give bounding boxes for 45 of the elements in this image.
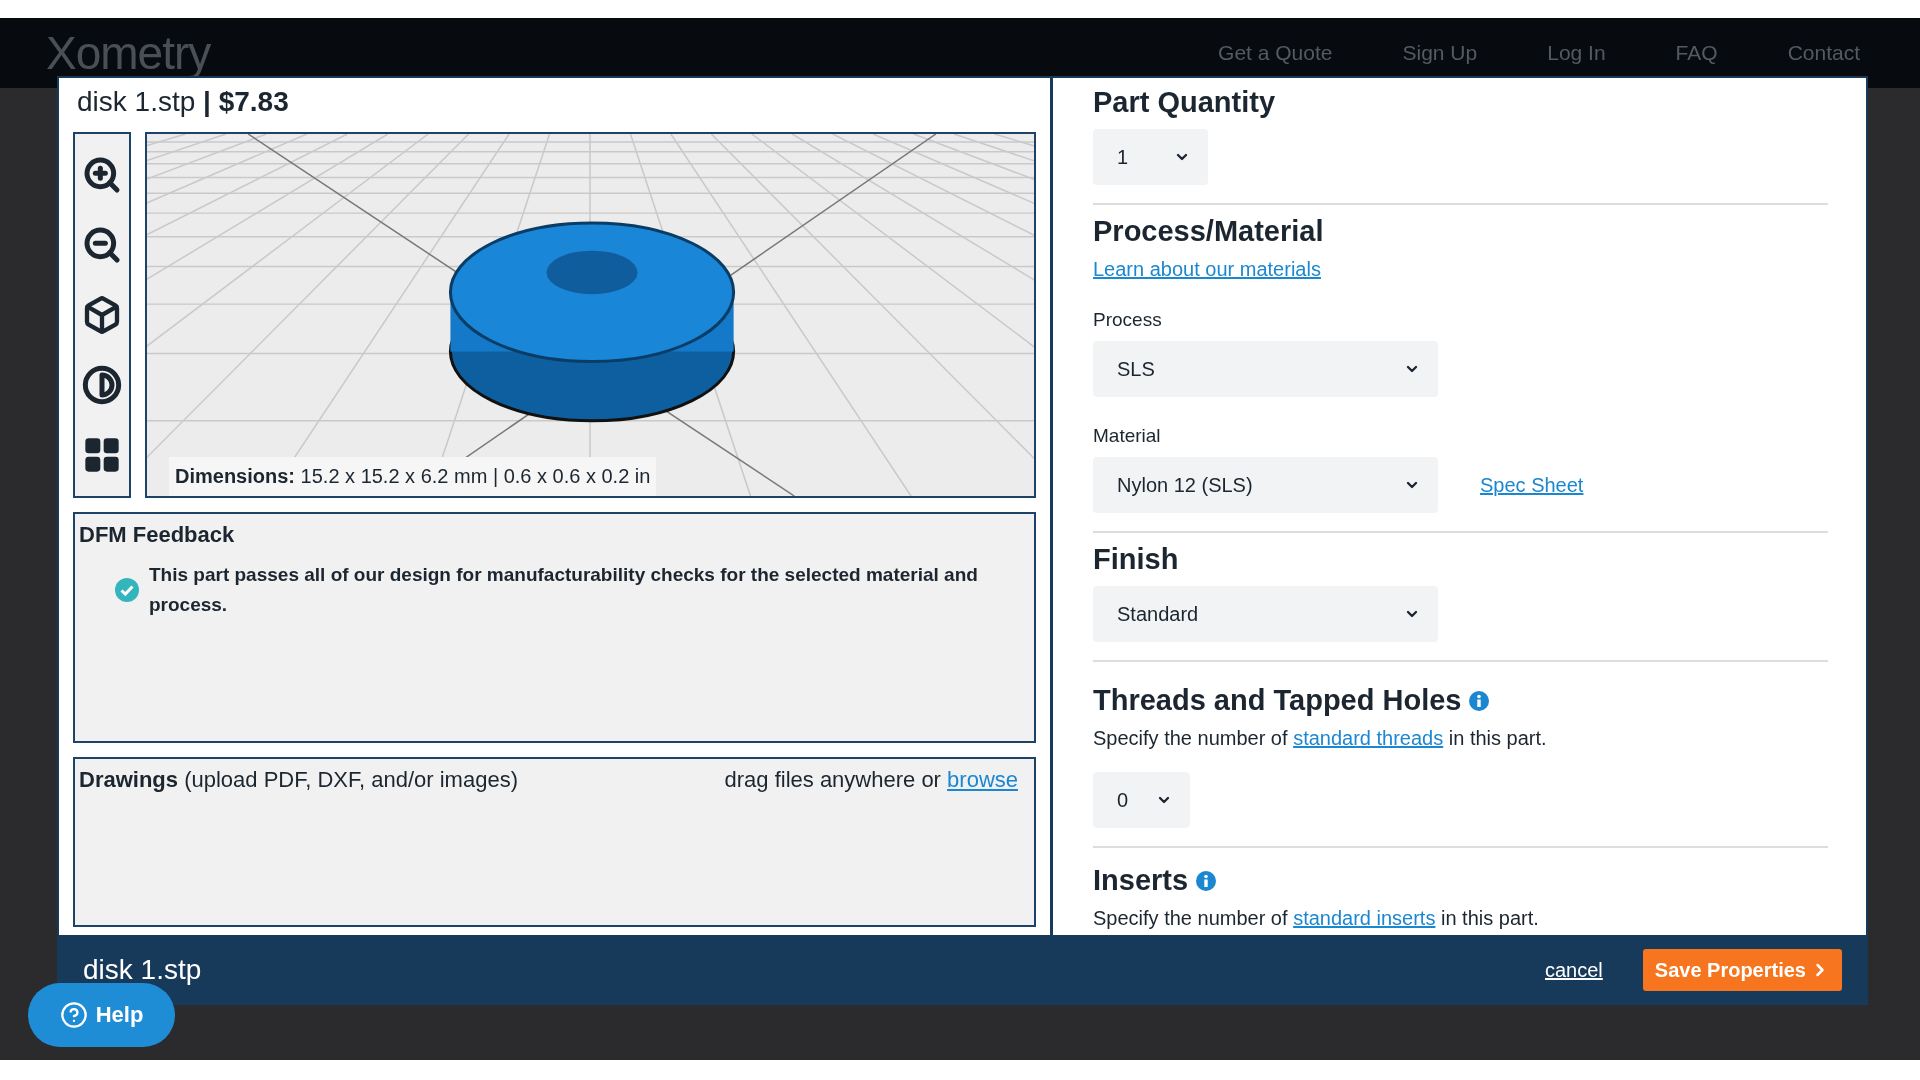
help-button[interactable]: Help — [28, 983, 175, 1047]
logo[interactable]: Xometry — [46, 26, 211, 80]
info-icon — [1469, 690, 1490, 711]
quantity-select[interactable]: 1 — [1093, 129, 1208, 185]
cube-icon[interactable] — [82, 295, 122, 335]
finish-select[interactable]: Standard — [1093, 586, 1438, 642]
panel-title: DFM Feedback — [79, 522, 236, 548]
zoom-out-icon[interactable] — [82, 225, 122, 265]
threads-description: Specify the number of standard threads in this part. — [1093, 727, 1548, 750]
footer-filename: disk 1.stp — [83, 954, 202, 986]
nav-link[interactable]: Get a Quote — [1218, 41, 1333, 65]
dimensions-text: Dimensions: 15.2 x 15.2 x 6.2 mm | 0.6 x 0.6 x 0.2 in — [169, 457, 657, 496]
select-field[interactable]: Nylon 12 (SLS) — [1093, 457, 1438, 513]
section-title: Finish — [1093, 543, 1179, 576]
field-label: Material — [1093, 425, 1162, 447]
nav-link[interactable]: FAQ — [1675, 41, 1718, 65]
contrast-icon[interactable] — [82, 365, 122, 405]
nav-link[interactable]: Sign Up — [1402, 41, 1478, 65]
help-icon — [59, 1001, 88, 1029]
part-title: disk 1.stp | $7.83 — [76, 86, 290, 118]
zoom-in-icon[interactable] — [82, 155, 122, 195]
upload-hint: drag files anywhere or browse — [724, 767, 1018, 794]
save-button[interactable]: Save Properties — [1642, 949, 1842, 991]
section-title: Threads and Tapped Holes — [1093, 684, 1462, 717]
model-viewer[interactable]: Dimensions: 15.2 x 15.2 x 6.2 mm | 0.6 x 0.6 x 0.2 in — [145, 132, 1036, 498]
inserts-description: Specify the number of standard inserts in this part. — [1093, 907, 1540, 930]
info-icon — [1196, 870, 1217, 891]
section-title: Process/Material — [1093, 215, 1324, 248]
spec-sheet-link[interactable]: Spec Sheet — [1480, 473, 1584, 497]
inserts-link[interactable]: standard inserts — [1293, 907, 1436, 929]
materials-link[interactable]: Learn about our materials — [1093, 258, 1321, 280]
select-field[interactable]: SLS — [1093, 341, 1438, 397]
section-title: Inserts — [1093, 864, 1189, 897]
threads-link[interactable]: standard threads — [1293, 727, 1444, 749]
field-label: Process — [1093, 309, 1163, 331]
nav-link[interactable]: Log In — [1547, 41, 1606, 65]
grid-icon[interactable] — [82, 435, 122, 475]
section-title: Part Quantity — [1093, 86, 1276, 119]
nav-link[interactable]: Contact — [1787, 41, 1860, 65]
dfm-message: This part passes all of our design for manufacturability checks for the selected material and process. — [149, 563, 979, 617]
browse-link[interactable]: browse — [947, 767, 1018, 793]
drawings-label: Drawings (upload PDF, DXF, and/or images) — [79, 767, 518, 794]
cancel-link[interactable]: cancel — [1545, 958, 1603, 982]
threads-select[interactable]: 0 — [1093, 772, 1190, 828]
drawings-dropzone[interactable]: Drawings (upload PDF, DXF, and/or images) drag files anywhere or browse — [73, 757, 1036, 927]
